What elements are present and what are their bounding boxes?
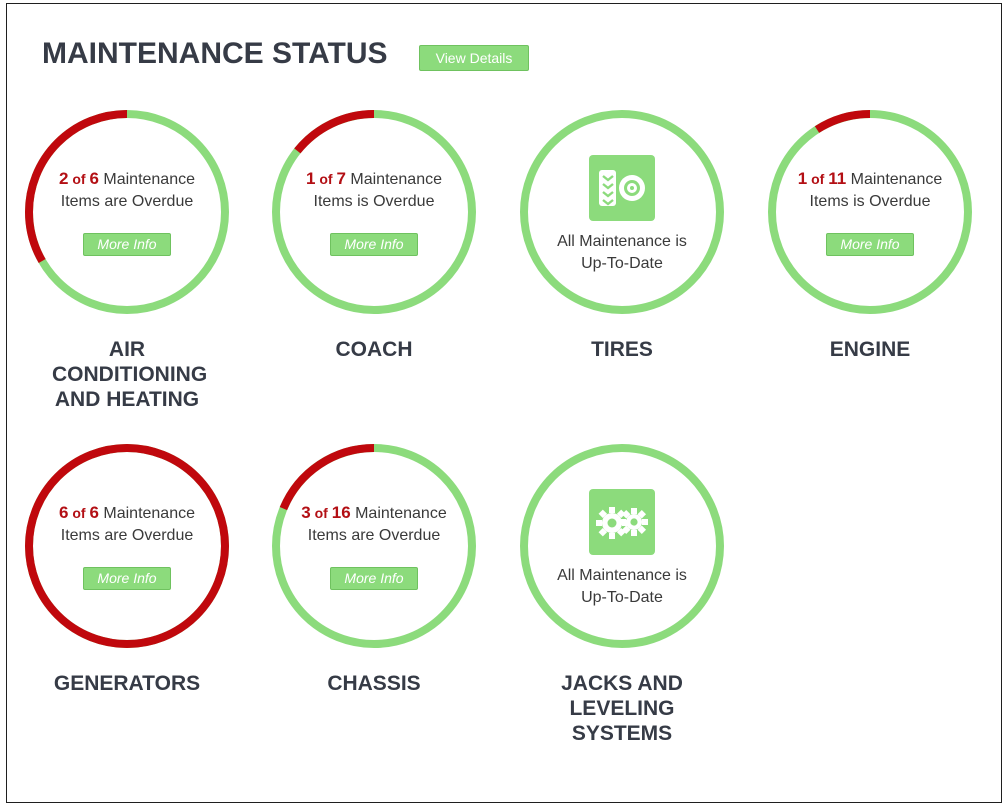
ring-center: 1 of 11 Maintenance Items is Overdue More … (765, 107, 975, 317)
overdue-count: 1 (797, 169, 808, 188)
overdue-message: 1 of 7 Maintenance Items is Overdue (284, 168, 464, 213)
system-name: TIRES (591, 338, 653, 361)
maintenance-label: Maintenance (98, 505, 195, 522)
page-title: MAINTENANCE STATUS (42, 37, 388, 70)
maintenance-label: Maintenance (345, 171, 442, 188)
system-card-air-conditioning-and-heating: 2 of 6 Maintenance Items are Overdue More … (22, 107, 232, 412)
maintenance-label: Maintenance (846, 171, 943, 188)
ring-center: 3 of 16 Maintenance Items are Overdue More… (269, 441, 479, 651)
status-ring-container: 6 of 6 Maintenance Items are Overdue More … (22, 441, 232, 651)
total-count: 6 (89, 169, 99, 188)
ring-center: 2 of 6 Maintenance Items are Overdue More … (22, 107, 232, 317)
status-text: Items are Overdue (60, 193, 194, 210)
maintenance-label: Maintenance (98, 171, 195, 188)
overdue-message: 6 of 6 Maintenance Items are Overdue (37, 502, 217, 547)
of-label: of (68, 505, 90, 521)
overdue-message: 2 of 6 Maintenance Items are Overdue (37, 168, 217, 213)
status-text: Items are Overdue (60, 527, 194, 544)
overdue-message: 1 of 11 Maintenance Items is Overdue (780, 168, 960, 213)
total-count: 6 (89, 503, 99, 522)
system-name: ENGINE (829, 338, 911, 361)
status-ring-container: 1 of 7 Maintenance Items is Overdue More I… (269, 107, 479, 317)
gears-icon (589, 489, 655, 555)
system-card-chassis: 3 of 16 Maintenance Items are Overdue More… (269, 441, 479, 696)
status-ring-container: 1 of 11 Maintenance Items is Overdue More … (765, 107, 975, 317)
status-ring-container: 2 of 6 Maintenance Items are Overdue More … (22, 107, 232, 317)
total-count: 11 (828, 169, 847, 188)
system-name: CHASSIS (327, 672, 421, 695)
status-text: Items is Overdue (809, 193, 931, 210)
ring-center: All Maintenance is Up-To-Date (517, 441, 727, 651)
ring-center: 1 of 7 Maintenance Items is Overdue More I… (269, 107, 479, 317)
maintenance-panel: MAINTENANCE STATUS View Details 2 of 6 M… (6, 3, 1002, 803)
system-name: GENERATORS (53, 672, 201, 695)
system-card-tires: All Maintenance is Up-To-Date TIRES (517, 107, 727, 362)
more-info-button[interactable]: More Info (330, 567, 418, 590)
of-label: of (807, 171, 829, 187)
up-to-date-message: All Maintenance is Up-To-Date (557, 567, 687, 606)
of-label: of (310, 505, 332, 521)
system-card-jacks-and-leveling-systems: All Maintenance is Up-To-Date JACKS AND L… (517, 441, 727, 746)
system-name: AIR CONDITIONING AND HEATING (52, 338, 208, 411)
up-to-date-message: All Maintenance is Up-To-Date (557, 233, 687, 272)
system-card-coach: 1 of 7 Maintenance Items is Overdue More I… (269, 107, 479, 362)
status-ring-container: All Maintenance is Up-To-Date (517, 107, 727, 317)
status-ring-container: 3 of 16 Maintenance Items are Overdue More… (269, 441, 479, 651)
of-label: of (68, 171, 90, 187)
status-ring-container: All Maintenance is Up-To-Date (517, 441, 727, 651)
more-info-button[interactable]: More Info (826, 233, 914, 256)
view-details-button[interactable]: View Details (419, 45, 529, 71)
more-info-button[interactable]: More Info (83, 567, 171, 590)
maintenance-label: Maintenance (350, 505, 447, 522)
of-label: of (315, 171, 337, 187)
status-text: Items is Overdue (313, 193, 435, 210)
overdue-message: 3 of 16 Maintenance Items are Overdue (284, 502, 464, 547)
overdue-count: 3 (301, 503, 311, 522)
system-card-engine: 1 of 11 Maintenance Items is Overdue More … (765, 107, 975, 362)
status-text: Items are Overdue (307, 527, 441, 544)
ring-center: 6 of 6 Maintenance Items are Overdue More … (22, 441, 232, 651)
system-name: JACKS AND LEVELING SYSTEMS (561, 672, 683, 745)
ring-center: All Maintenance is Up-To-Date (517, 107, 727, 317)
total-count: 7 (336, 169, 346, 188)
system-name: COACH (335, 338, 413, 361)
total-count: 16 (331, 503, 351, 522)
more-info-button[interactable]: More Info (83, 233, 171, 256)
more-info-button[interactable]: More Info (330, 233, 418, 256)
tire-icon (589, 155, 655, 221)
system-card-generators: 6 of 6 Maintenance Items are Overdue More … (22, 441, 232, 696)
